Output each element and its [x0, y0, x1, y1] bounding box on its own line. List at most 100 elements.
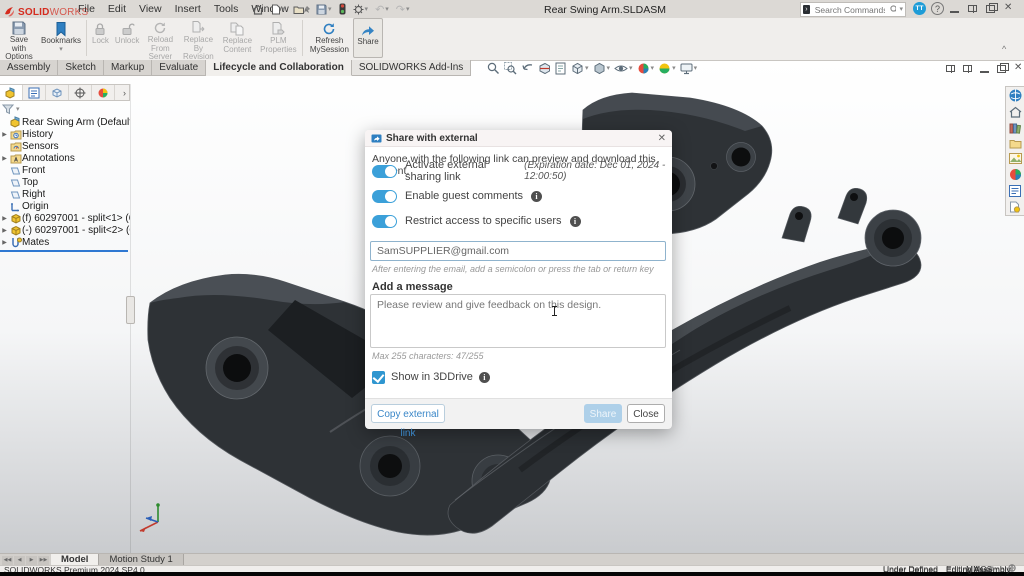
restrict-access-info-icon[interactable]: i: [570, 216, 581, 227]
guest-comments-info-icon[interactable]: i: [531, 191, 542, 202]
units-caret-icon[interactable]: ▾: [990, 565, 994, 572]
doc-minimize-icon[interactable]: [980, 63, 989, 73]
doc-pane-right-icon[interactable]: [963, 65, 972, 72]
menu-view[interactable]: View: [139, 3, 162, 15]
tree-item-part-split1[interactable]: ▶ (f) 60297001 - split<1> (60297001) <D: [0, 212, 130, 224]
prev-tab-icon[interactable]: ◀: [14, 556, 25, 565]
next-tab-icon[interactable]: ▶: [26, 556, 37, 565]
tree-item-mates[interactable]: ▶ Mates: [0, 236, 130, 248]
bookmarks-caret-icon[interactable]: ▾: [59, 46, 63, 53]
search-icon[interactable]: [890, 5, 897, 14]
tab-markup[interactable]: Markup: [104, 60, 152, 76]
doc-restore-icon[interactable]: [997, 65, 1006, 73]
email-input[interactable]: [371, 242, 665, 260]
propertymanager-tab[interactable]: [23, 85, 46, 100]
guest-comments-toggle[interactable]: [372, 190, 397, 203]
filter-caret-icon[interactable]: ▾: [16, 106, 20, 113]
doc-pane-left-icon[interactable]: [946, 65, 955, 72]
tree-item-origin[interactable]: Origin: [0, 200, 130, 212]
dialog-header[interactable]: Share with external ✕: [365, 130, 672, 147]
show-in-3ddrive-checkbox[interactable]: [372, 371, 385, 384]
status-units[interactable]: MMGS: [966, 564, 992, 574]
doc-close-icon[interactable]: ✕: [1014, 63, 1024, 73]
copy-external-link-button[interactable]: Copy external link: [371, 404, 445, 423]
menu-insert[interactable]: Insert: [175, 3, 201, 15]
tree-item-annotations[interactable]: ▶ Annotations: [0, 152, 130, 164]
tab-evaluate[interactable]: Evaluate: [152, 60, 206, 76]
save-with-options-button[interactable]: Save with Options: [0, 18, 38, 58]
resources-home-tab-icon[interactable]: [1009, 106, 1022, 118]
zoom-to-fit-icon[interactable]: [487, 62, 500, 75]
arrange-windows-icon[interactable]: [968, 5, 977, 12]
dynamic-annotation-icon[interactable]: [555, 62, 567, 75]
tree-item-history[interactable]: ▶ History: [0, 128, 130, 140]
hide-show-items-icon[interactable]: ▾: [614, 62, 633, 75]
refresh-mysession-button[interactable]: Refresh MySession: [305, 18, 353, 58]
save-icon[interactable]: ▾: [316, 4, 332, 15]
tree-item-part-split2[interactable]: ▶ (-) 60297001 - split<2> (60297002) <D: [0, 224, 130, 236]
tree-item-front-plane[interactable]: Front: [0, 164, 130, 176]
tab-lifecycle-and-collaboration[interactable]: Lifecycle and Collaboration: [206, 60, 352, 76]
tree-item-sensors[interactable]: Sensors: [0, 140, 130, 152]
dialog-close-icon[interactable]: ✕: [658, 133, 666, 144]
custom-properties-tab-icon[interactable]: [1009, 185, 1021, 197]
displaymanager-tab[interactable]: [92, 85, 115, 100]
tree-item-right-plane[interactable]: Right: [0, 188, 130, 200]
tab-solidworks-add-ins[interactable]: SOLIDWORKS Add-Ins: [352, 60, 471, 76]
home-icon[interactable]: [252, 4, 264, 15]
previous-view-icon[interactable]: [521, 62, 534, 75]
restore-icon[interactable]: [986, 5, 995, 13]
undo-icon[interactable]: ↶▾: [375, 3, 389, 16]
close-icon[interactable]: ✕: [1004, 3, 1014, 13]
help-icon[interactable]: ?: [931, 2, 944, 15]
dimxpertmanager-tab[interactable]: [69, 85, 92, 100]
design-library-tab-icon[interactable]: [1009, 122, 1021, 134]
status-tag-icon[interactable]: [1008, 564, 1018, 572]
bookmarks-button[interactable]: Bookmarks ▾: [38, 18, 84, 58]
last-tab-icon[interactable]: ▶▶: [38, 556, 49, 565]
new-document-icon[interactable]: ▾: [271, 4, 286, 15]
first-tab-icon[interactable]: ◀◀: [2, 556, 13, 565]
show-in-3ddrive-info-icon[interactable]: i: [479, 372, 490, 383]
message-textarea[interactable]: Please review and give feedback on this …: [371, 295, 665, 347]
view-palette-tab-icon[interactable]: [1009, 153, 1022, 164]
configurationmanager-tab[interactable]: [46, 85, 69, 100]
tree-root[interactable]: Rear Swing Arm (Default) <Default_Displa: [0, 116, 130, 128]
redo-icon[interactable]: ↷▾: [396, 3, 410, 16]
file-explorer-tab-icon[interactable]: [1009, 138, 1022, 149]
featuremanager-tab[interactable]: [0, 85, 23, 100]
zoom-to-area-icon[interactable]: [504, 62, 517, 75]
share-button-ribbon[interactable]: Share: [353, 18, 382, 58]
tree-filter[interactable]: ▾: [0, 101, 130, 116]
view-settings-icon[interactable]: ▾: [680, 63, 698, 75]
restrict-access-toggle[interactable]: [372, 215, 397, 228]
rollback-bar[interactable]: [0, 250, 128, 252]
view-orientation-icon[interactable]: ▾: [571, 62, 589, 75]
activate-sharing-toggle[interactable]: [372, 165, 397, 178]
tab-strip-chevron-icon[interactable]: ›: [115, 88, 129, 98]
command-search[interactable]: › ▾: [800, 2, 906, 17]
close-button[interactable]: Close: [627, 404, 665, 423]
search-input[interactable]: [813, 4, 887, 16]
user-avatar[interactable]: TT: [913, 2, 926, 15]
document-settings-tab-icon[interactable]: [1009, 201, 1021, 213]
ribbon-collapse-icon[interactable]: ^: [1002, 44, 1006, 54]
tab-sketch[interactable]: Sketch: [58, 60, 104, 76]
display-style-icon[interactable]: ▾: [593, 62, 611, 75]
apply-scene-icon[interactable]: ▾: [658, 62, 676, 75]
tab-assembly[interactable]: Assembly: [0, 60, 58, 76]
section-view-icon[interactable]: [538, 62, 551, 75]
search-caret-icon[interactable]: ▾: [899, 6, 903, 13]
minimize-icon[interactable]: [950, 3, 959, 13]
open-document-icon[interactable]: ▾: [293, 4, 310, 15]
tree-item-top-plane[interactable]: Top: [0, 176, 130, 188]
share-button[interactable]: Share: [584, 404, 622, 423]
3dexperience-tab-icon[interactable]: [1009, 89, 1022, 102]
menu-tools[interactable]: Tools: [214, 3, 239, 15]
edit-appearance-icon[interactable]: ▾: [637, 62, 655, 75]
settings-icon[interactable]: ▾: [353, 4, 369, 15]
tree-panel-splitter[interactable]: [126, 296, 135, 324]
plm-status-icon[interactable]: [339, 3, 346, 15]
menu-file[interactable]: File: [78, 3, 95, 15]
menu-edit[interactable]: Edit: [108, 3, 126, 15]
